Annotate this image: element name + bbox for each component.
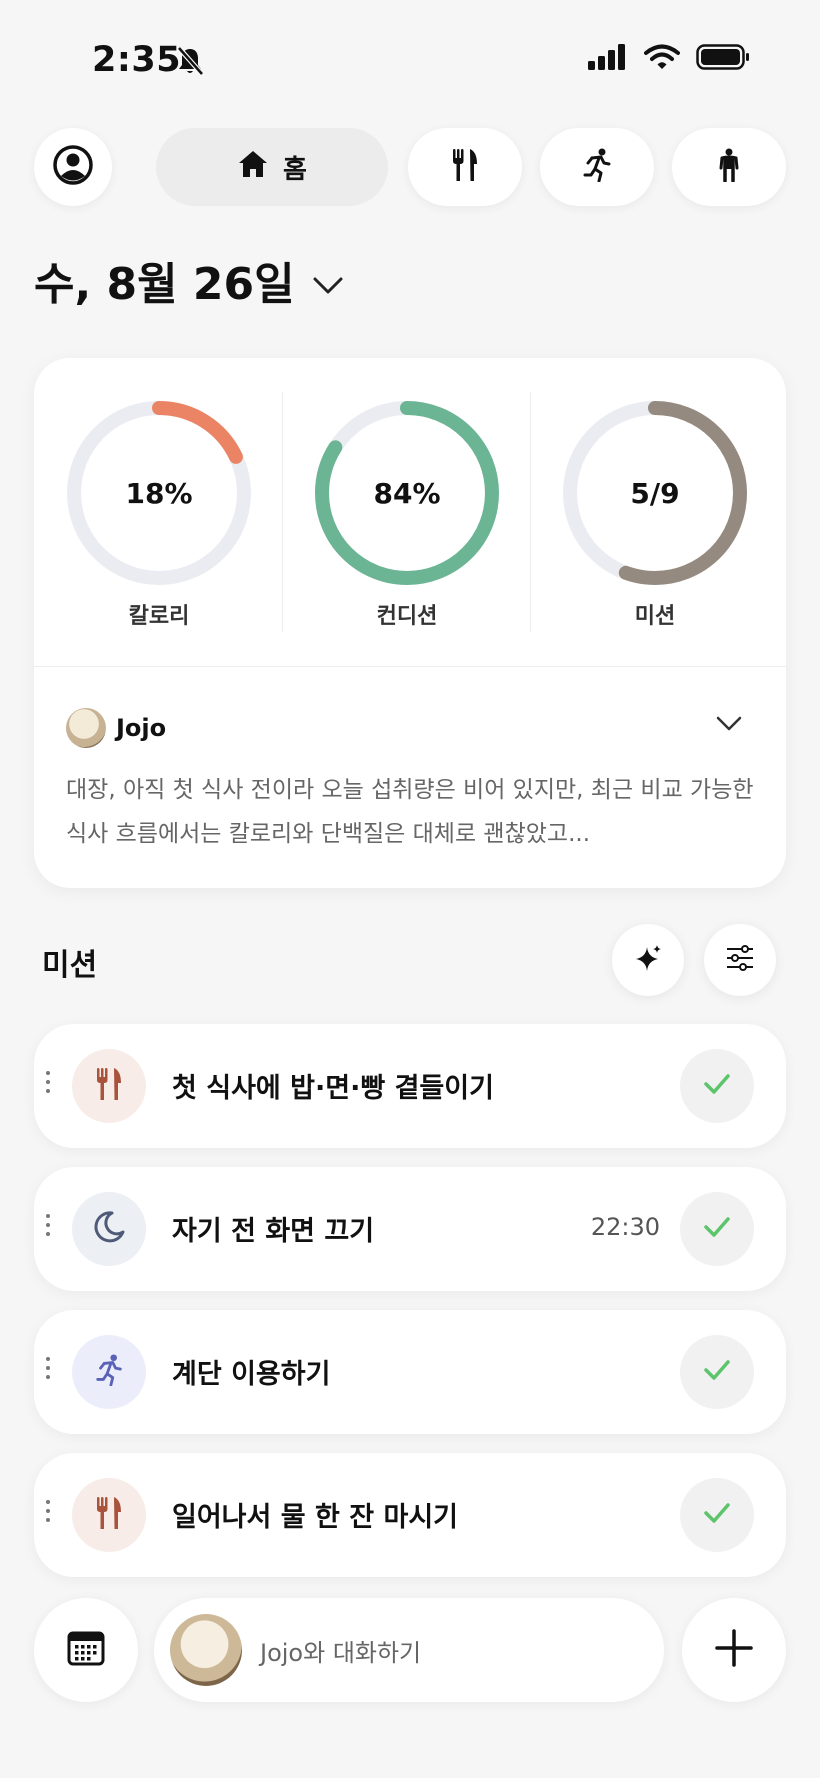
sparkle-icon xyxy=(633,943,663,977)
coach-avatar xyxy=(170,1614,242,1686)
mission-icon xyxy=(72,1192,146,1266)
run-icon xyxy=(582,148,612,186)
divider xyxy=(34,666,786,667)
mission-icon xyxy=(72,1478,146,1552)
calendar-button[interactable] xyxy=(34,1598,138,1702)
mission-icon xyxy=(72,1049,146,1123)
calendar-icon xyxy=(67,1630,105,1670)
plus-icon xyxy=(714,1628,754,1672)
condition-ring[interactable]: 84% xyxy=(312,398,502,588)
mission-time: 22:30 xyxy=(590,1213,660,1241)
coach-name: Jojo xyxy=(116,714,167,742)
mission-check-button[interactable] xyxy=(680,1478,754,1552)
tab-activity[interactable] xyxy=(540,128,654,206)
tab-meal[interactable] xyxy=(408,128,522,206)
mission-label: 계단 이용하기 xyxy=(172,1359,331,1390)
check-icon xyxy=(703,1502,731,1528)
divider xyxy=(282,392,283,632)
summary-card: 18% 칼로리 84% 컨디션 5/9 미션 Jojo 대장, 아직 첫 식사 … xyxy=(34,358,786,888)
mission-label: 미션 xyxy=(634,604,676,629)
mission-ring[interactable]: 5/9 xyxy=(560,398,750,588)
condition-value: 84% xyxy=(373,476,441,510)
chevron-down-icon xyxy=(716,716,742,736)
home-icon xyxy=(237,149,269,186)
chevron-down-icon xyxy=(313,255,343,306)
date-label: 수, 8월 26일 xyxy=(34,259,295,310)
coach-header: Jojo xyxy=(66,708,166,748)
check-icon xyxy=(703,1216,731,1242)
drag-handle[interactable] xyxy=(46,1500,50,1522)
mission-item[interactable]: 첫 식사에 밥·면·빵 곁들이기 xyxy=(34,1024,786,1148)
fork-knife-icon xyxy=(96,1496,122,1534)
chat-placeholder: Jojo와 대화하기 xyxy=(260,1638,422,1667)
mission-icon xyxy=(72,1335,146,1409)
coach-expand-button[interactable] xyxy=(716,716,742,736)
drag-handle[interactable] xyxy=(46,1357,50,1379)
check-icon xyxy=(703,1073,731,1099)
signal-icon xyxy=(588,44,628,74)
mission-check-button[interactable] xyxy=(680,1192,754,1266)
mission-item[interactable]: 계단 이용하기 xyxy=(34,1310,786,1434)
mission-check-button[interactable] xyxy=(680,1335,754,1409)
run-icon xyxy=(94,1354,124,1390)
add-button[interactable] xyxy=(682,1598,786,1702)
fork-knife-icon xyxy=(452,148,478,186)
status-icons xyxy=(588,44,750,74)
missions-title: 미션 xyxy=(42,948,98,983)
calorie-label: 칼로리 xyxy=(128,604,190,629)
wifi-icon xyxy=(644,44,680,74)
divider xyxy=(530,392,531,632)
mission-check-button[interactable] xyxy=(680,1049,754,1123)
profile-button[interactable] xyxy=(34,128,112,206)
check-icon xyxy=(703,1359,731,1385)
profile-icon xyxy=(52,144,94,190)
drag-handle[interactable] xyxy=(46,1071,50,1093)
filter-button[interactable] xyxy=(704,924,776,996)
tab-home-label: 홈 xyxy=(283,154,307,185)
tab-home[interactable]: 홈 xyxy=(156,128,388,206)
date-selector[interactable]: 수, 8월 26일 xyxy=(34,248,343,312)
coach-avatar xyxy=(66,708,106,748)
calorie-ring[interactable]: 18% xyxy=(64,398,254,588)
drag-handle[interactable] xyxy=(46,1214,50,1236)
condition-label: 컨디션 xyxy=(376,604,438,629)
fork-knife-icon xyxy=(96,1067,122,1105)
mission-item[interactable]: 일어나서 물 한 잔 마시기 xyxy=(34,1453,786,1577)
body-icon xyxy=(717,148,741,186)
ai-suggest-button[interactable] xyxy=(612,924,684,996)
tab-body[interactable] xyxy=(672,128,786,206)
coach-message[interactable]: 대장, 아직 첫 식사 전이라 오늘 섭취량은 비어 있지만, 최근 비교 가능… xyxy=(66,768,756,856)
bell-slash-icon xyxy=(176,46,204,80)
chat-input-button[interactable]: Jojo와 대화하기 xyxy=(154,1598,664,1702)
battery-icon xyxy=(696,44,750,74)
calorie-value: 18% xyxy=(125,476,193,510)
sliders-icon xyxy=(725,945,755,975)
mission-label: 자기 전 화면 끄기 xyxy=(172,1216,375,1247)
moon-icon xyxy=(92,1210,126,1248)
mission-label: 일어나서 물 한 잔 마시기 xyxy=(172,1502,458,1533)
mission-value: 5/9 xyxy=(630,476,680,510)
mission-item[interactable]: 자기 전 화면 끄기 22:30 xyxy=(34,1167,786,1291)
mission-label: 첫 식사에 밥·면·빵 곁들이기 xyxy=(172,1073,494,1104)
status-time: 2:35 xyxy=(92,40,182,80)
